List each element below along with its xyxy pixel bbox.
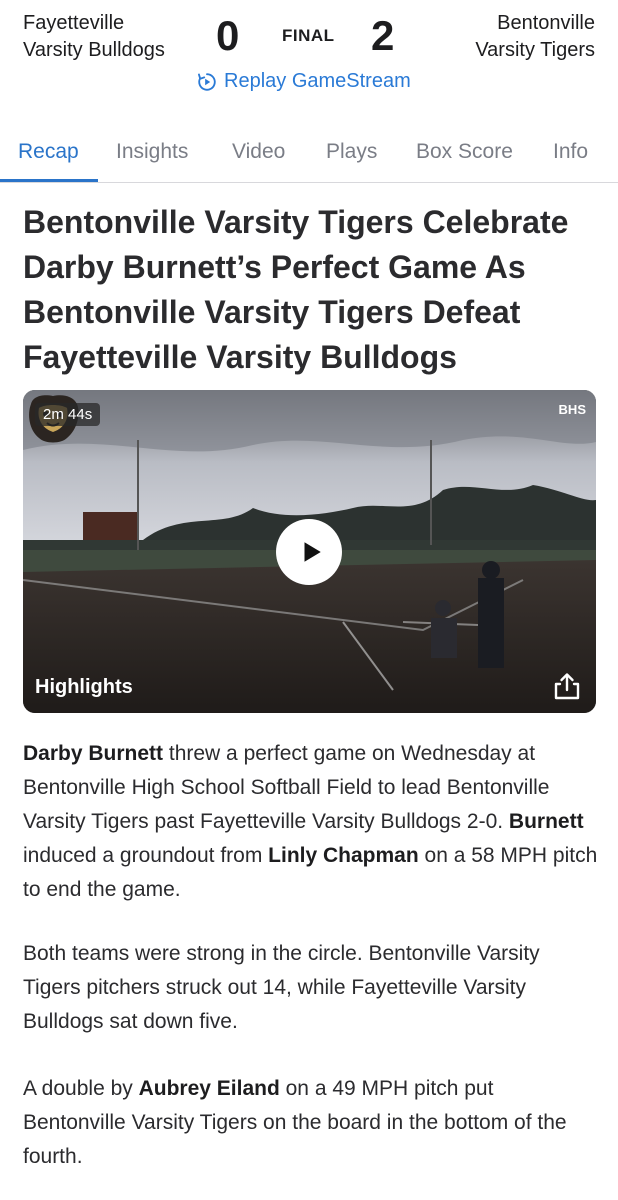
game-status: FINAL [282,26,335,45]
video-watermark: BHS [558,402,586,417]
play-icon [304,542,321,562]
player-name[interactable]: Darby Burnett [23,742,163,765]
tab-plays[interactable]: Plays [326,140,377,164]
home-team-line2: Varsity Tigers [475,39,595,61]
away-team-line1: Fayetteville [23,12,125,34]
tab-insights[interactable]: Insights [116,140,188,164]
video-duration-badge: 2m 44s [35,403,101,426]
away-team-line2: Varsity Bulldogs [23,39,165,61]
home-score: 2 [371,12,395,59]
recap-text: induced a groundout from [23,844,269,867]
replay-gamestream-link[interactable]: Replay GameStream [196,70,411,93]
highlights-video-card[interactable]: 2m 44s BHS Highlights [23,390,596,713]
active-tab-indicator [0,179,98,182]
home-team-name[interactable]: Bentonville Varsity Tigers [475,10,595,64]
player-name[interactable]: Aubrey Eiland [139,1077,280,1100]
replay-circle-icon [198,72,216,91]
recap-paragraph-2: Both teams were strong in the circle. Be… [23,942,540,1033]
video-title: Highlights [35,676,133,698]
tab-box-score[interactable]: Box Score [416,140,513,164]
tab-recap[interactable]: Recap [18,140,79,164]
replay-label: Replay GameStream [224,70,411,92]
tab-video[interactable]: Video [232,140,285,164]
tab-info[interactable]: Info [553,140,588,164]
recap-paragraph-1: Darby Burnett threw a perfect game on We… [23,737,598,907]
share-icon[interactable] [552,671,582,701]
player-name[interactable]: Linly Chapman [268,844,419,867]
tab-bar: Recap Insights Video Plays Box Score Inf… [0,130,618,183]
recap-paragraph-3: A double by Aubrey Eiland on a 49 MPH pi… [23,1072,598,1174]
home-team-line1: Bentonville [497,12,595,34]
recap-headline: Bentonville Varsity Tigers Celebrate Dar… [23,204,569,375]
recap-text: A double by [23,1077,139,1100]
away-team-name[interactable]: Fayetteville Varsity Bulldogs [23,10,165,64]
play-button[interactable] [276,519,342,585]
away-score: 0 [216,12,240,59]
player-name[interactable]: Burnett [509,810,584,833]
